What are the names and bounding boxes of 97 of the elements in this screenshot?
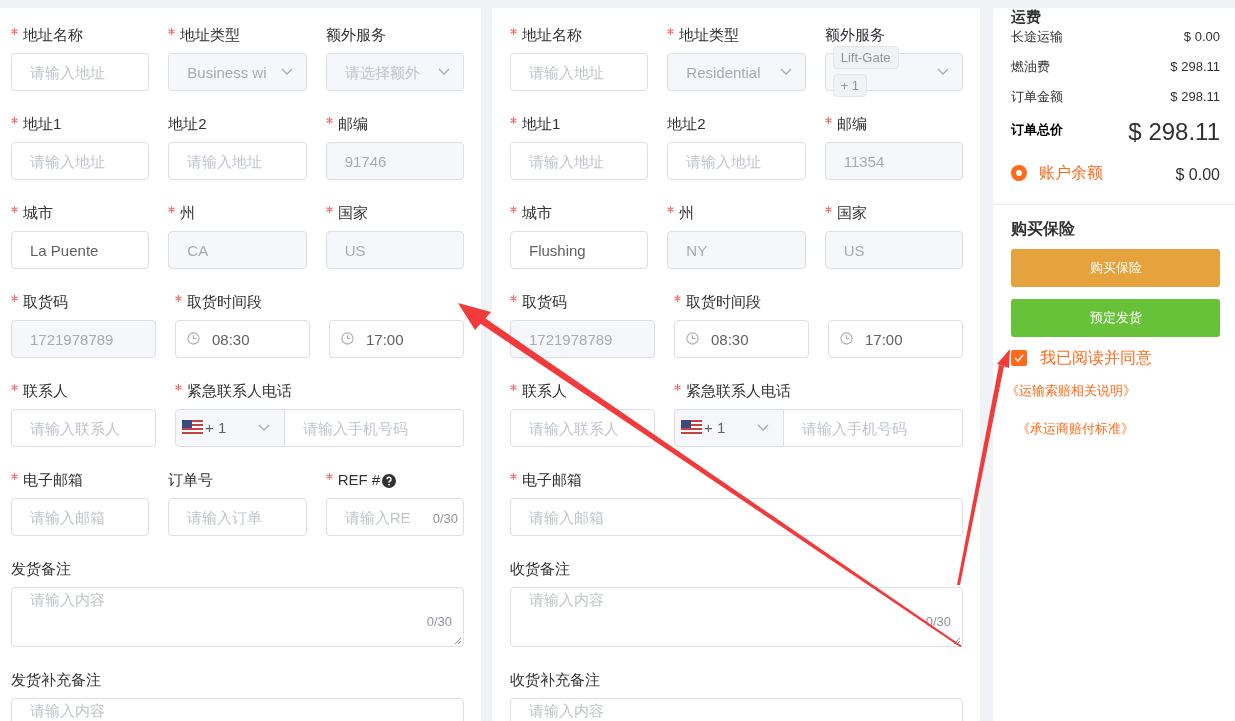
- field-label: 邮编: [836, 114, 867, 135]
- field-label: 紧急联系人电话: [686, 381, 791, 402]
- field-label: 发货备注: [11, 559, 71, 580]
- price-label: 燃油费: [1011, 58, 1050, 77]
- field-label: 城市: [23, 203, 53, 224]
- field-label: 电子邮箱: [23, 470, 83, 491]
- text-field[interactable]: 请输入邮箱: [11, 498, 150, 536]
- total-label: 订单总价: [1011, 121, 1063, 139]
- field-label: 地址名称: [522, 25, 582, 46]
- char-counter: 0/30: [432, 510, 458, 528]
- textarea-field[interactable]: 请输入内容: [510, 698, 963, 721]
- field-label: 取货码: [522, 292, 567, 313]
- field-label: 地址1: [23, 114, 62, 135]
- field-label: 国家: [836, 203, 867, 224]
- field-label: 国家: [337, 203, 368, 224]
- time-field[interactable]: 17:00: [329, 320, 464, 358]
- radio-option[interactable]: 账户余额: [1011, 161, 1103, 185]
- field-label: 发货补充备注: [11, 670, 101, 691]
- text-field[interactable]: 请输入地址: [510, 142, 649, 180]
- chevron-down-icon: [757, 424, 769, 432]
- price-value: $ 298.11: [1170, 58, 1220, 77]
- field-label: REF #: [337, 470, 381, 491]
- field-label: 额外服务: [325, 25, 386, 46]
- checkmark-icon: [1014, 354, 1024, 362]
- section-title: 购买保险: [1011, 219, 1076, 239]
- field-label: 取货时间段: [686, 292, 761, 313]
- field-label: 联系人: [522, 381, 567, 402]
- field-label: 地址1: [522, 114, 561, 135]
- text-field[interactable]: 请输入地址: [11, 53, 150, 91]
- price-label: 长途运输: [1011, 28, 1063, 47]
- text-field[interactable]: 请输入地址: [667, 142, 806, 180]
- tag: + 1: [832, 74, 868, 97]
- tag: Lift-Gate: [832, 46, 899, 69]
- chevron-down-icon: [937, 68, 949, 76]
- chevron-down-icon: [258, 424, 270, 432]
- field-label: 地址类型: [679, 25, 740, 46]
- time-field[interactable]: 08:30: [674, 320, 809, 358]
- field-label: 联系人: [23, 381, 68, 402]
- text-field[interactable]: 请输入联系人: [11, 409, 156, 447]
- radio-button[interactable]: [1011, 165, 1027, 181]
- price-value: $ 0.00: [1183, 28, 1220, 47]
- agreement-link[interactable]: 《承运商赔付标准》: [1017, 419, 1134, 439]
- action-button[interactable]: 购买保险: [1011, 249, 1220, 287]
- clock-icon: [187, 332, 200, 345]
- field-label: 取货时间段: [187, 292, 262, 313]
- phone-field[interactable]: 请输入手机号码: [285, 409, 464, 447]
- field-label: 地址名称: [23, 25, 83, 46]
- text-field[interactable]: 请输入地址: [168, 142, 307, 180]
- field-label: 订单号: [168, 470, 214, 491]
- text-field[interactable]: 请输入联系人: [510, 409, 655, 447]
- chevron-down-icon: [779, 68, 792, 76]
- balance-value: $ 0.00: [1175, 165, 1220, 185]
- checkbox[interactable]: [1011, 350, 1027, 366]
- text-field[interactable]: Flushing: [510, 231, 649, 269]
- country-code-select[interactable]: + 1: [175, 409, 285, 447]
- char-counter: 0/30: [426, 612, 452, 631]
- field-label: 地址类型: [180, 25, 241, 46]
- chevron-down-icon: [438, 68, 450, 76]
- clock-icon: [840, 332, 853, 345]
- country-code: + 1: [205, 417, 228, 438]
- total-value: $ 298.11: [1128, 118, 1220, 146]
- price-label: 订单金额: [1011, 88, 1063, 107]
- textarea-field[interactable]: 请输入内容: [11, 698, 464, 721]
- chevron-down-icon: [280, 68, 293, 76]
- field-label: 州: [679, 203, 695, 224]
- section-title: 运费: [1011, 9, 1042, 25]
- field-label: 额外服务: [824, 25, 885, 46]
- field-label: 收货补充备注: [510, 670, 600, 691]
- action-button[interactable]: 预定发货: [1011, 299, 1220, 337]
- agreement-label: 我已阅读并同意: [1040, 348, 1152, 368]
- field-label: 地址2: [168, 114, 207, 135]
- text-field[interactable]: 请输入订单: [168, 498, 307, 536]
- text-field[interactable]: 请输入邮箱: [510, 498, 963, 536]
- country-code: + 1: [704, 417, 727, 438]
- field-label: 邮编: [337, 114, 368, 135]
- field-label: 紧急联系人电话: [187, 381, 292, 402]
- field-label: 地址2: [667, 114, 706, 135]
- phone-field[interactable]: 请输入手机号码: [784, 409, 963, 447]
- clock-icon: [686, 332, 699, 345]
- agreement-link[interactable]: 《运输索赔相关说明》: [1006, 381, 1136, 401]
- time-field[interactable]: 17:00: [828, 320, 963, 358]
- resize-grip-icon: [454, 637, 462, 645]
- text-field[interactable]: 请输入地址: [510, 53, 649, 91]
- text-field[interactable]: La Puente: [11, 231, 150, 269]
- price-value: $ 298.11: [1170, 88, 1220, 107]
- field-label: 电子邮箱: [522, 470, 582, 491]
- field-label: 收货备注: [510, 559, 570, 580]
- us-flag-icon: [182, 420, 203, 436]
- us-flag-icon: [681, 420, 702, 436]
- field-label: 取货码: [23, 292, 68, 313]
- country-code-select[interactable]: + 1: [674, 409, 784, 447]
- field-label: 城市: [522, 203, 552, 224]
- time-field[interactable]: 08:30: [175, 320, 310, 358]
- radio-label: 账户余额: [1039, 163, 1103, 183]
- clock-icon: [341, 332, 354, 345]
- text-field[interactable]: 请输入地址: [11, 142, 150, 180]
- field-label: 州: [180, 203, 196, 224]
